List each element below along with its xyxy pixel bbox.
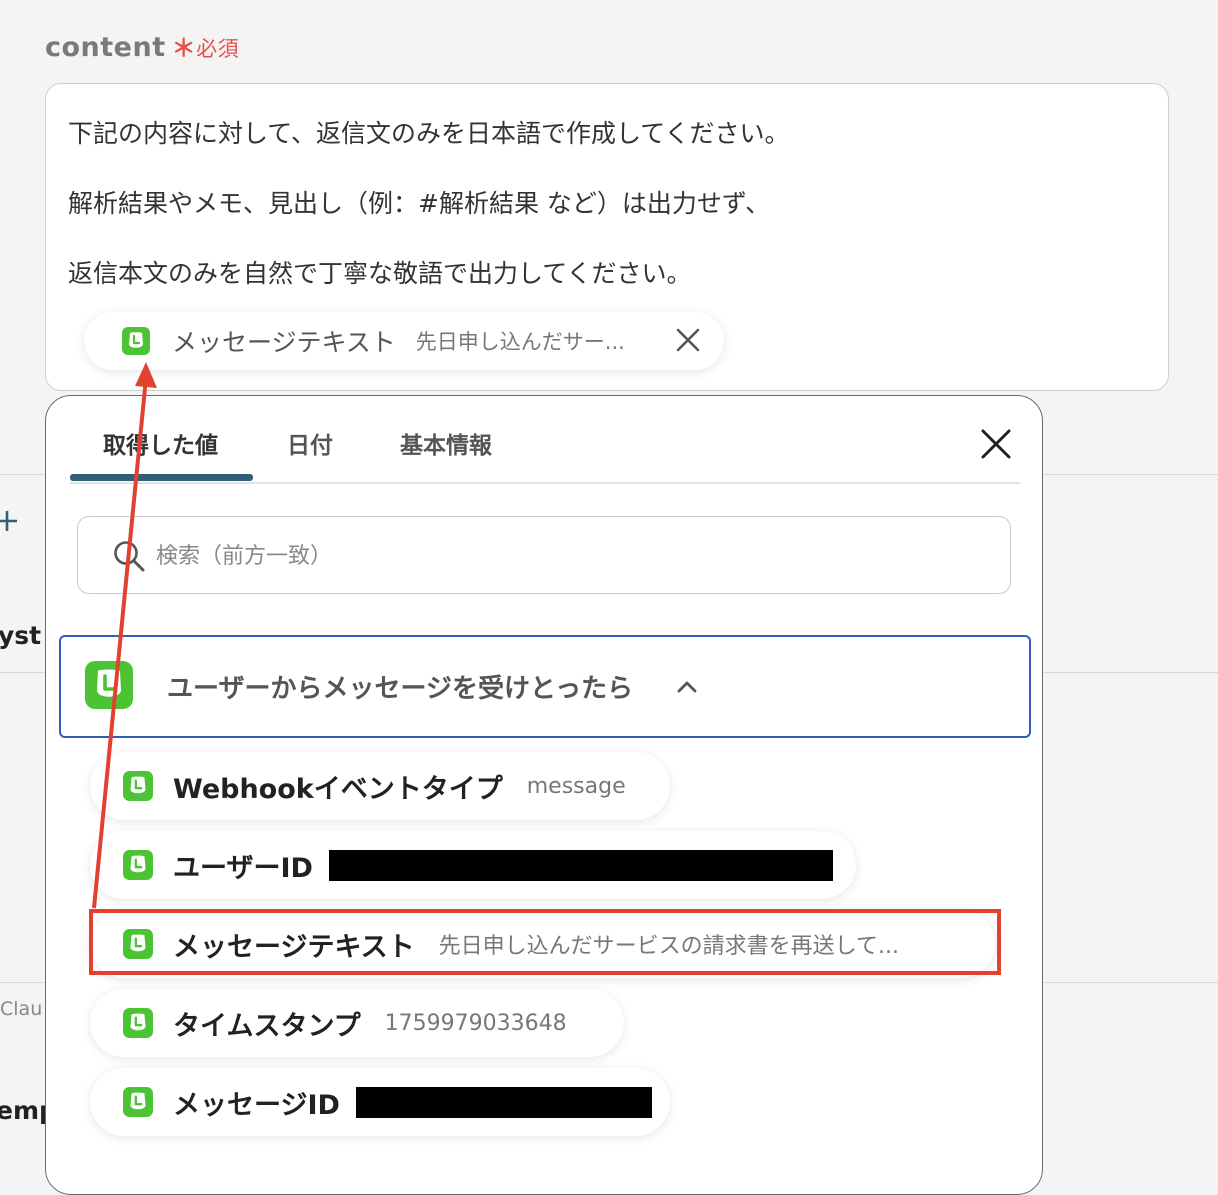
highlight-annotation-box: [89, 909, 1001, 975]
search-input[interactable]: [154, 535, 958, 577]
add-icon[interactable]: [0, 510, 18, 532]
background-text-fragment: Clau: [0, 998, 43, 1020]
variable-item-timestamp[interactable]: タイムスタンプ 1759979033648: [90, 989, 624, 1057]
content-line-3: 返信本文のみを自然で丁寧な敬語で出力してください。: [68, 259, 692, 288]
required-text: 必須: [196, 37, 240, 61]
field-label-text: content: [45, 32, 166, 63]
variable-item-message-id[interactable]: メッセージID: [90, 1068, 670, 1136]
variable-item-label: ユーザーID: [173, 852, 313, 884]
line-app-icon: [85, 661, 133, 709]
variable-chip-value: 先日申し込んだサー...: [415, 330, 625, 354]
active-tab-indicator: [70, 474, 253, 481]
redacted-value: [355, 1086, 652, 1118]
search-box: [77, 516, 1011, 594]
tabs-divider: [70, 482, 1020, 484]
search-icon: [114, 541, 145, 572]
redacted-value: [328, 849, 833, 881]
variable-item-user-id[interactable]: ユーザーID: [90, 831, 856, 899]
line-app-icon: [123, 771, 153, 801]
line-app-icon: [123, 1008, 153, 1038]
content-line-2: 解析結果やメモ、見出し（例：#解析結果 など）は出力せず、: [68, 189, 771, 218]
background-divider: [0, 672, 45, 673]
tab-date[interactable]: 日付: [287, 426, 333, 460]
field-label: content ＊必須: [45, 28, 239, 63]
content-textarea[interactable]: 下記の内容に対して、返信文のみを日本語で作成してください。 解析結果やメモ、見出…: [45, 83, 1169, 391]
variable-chip[interactable]: メッセージテキスト 先日申し込んだサー...: [84, 312, 724, 370]
background-divider: [1043, 982, 1218, 983]
variable-item-label: タイムスタンプ: [173, 1010, 361, 1042]
line-app-icon: [123, 1087, 153, 1117]
content-line-1: 下記の内容に対して、返信文のみを日本語で作成してください。: [68, 119, 790, 148]
trigger-label: ユーザーからメッセージを受けとったら: [167, 674, 634, 704]
variable-chip-label: メッセージテキスト: [172, 328, 396, 357]
variable-item-label: メッセージID: [173, 1089, 340, 1121]
variable-item-label: Webhookイベントタイプ: [173, 773, 503, 805]
tab-basic-info[interactable]: 基本情報: [400, 426, 492, 460]
background-divider: [0, 982, 45, 983]
background-divider: [0, 474, 45, 475]
variable-item-value: 1759979033648: [384, 1010, 567, 1036]
variable-item-value: message: [526, 773, 626, 799]
variable-picker-popup: 取得した値 日付 基本情報 ユーザーからメッセージを受けとったら Webhook…: [45, 395, 1043, 1195]
background-label-fragment: yst: [0, 621, 42, 650]
background-divider: [1043, 672, 1218, 673]
tab-acquired-values[interactable]: 取得した値: [103, 426, 218, 460]
close-icon[interactable]: [980, 428, 1012, 460]
background-divider: [1043, 474, 1218, 475]
remove-chip-icon[interactable]: [674, 326, 702, 354]
required-mark: ＊: [171, 34, 197, 62]
line-app-icon: [122, 327, 150, 355]
variable-item-webhook-event-type[interactable]: Webhookイベントタイプ message: [90, 752, 670, 820]
line-app-icon: [123, 850, 153, 880]
chevron-up-icon[interactable]: [675, 675, 699, 699]
trigger-group-header[interactable]: ユーザーからメッセージを受けとったら: [59, 635, 1031, 738]
